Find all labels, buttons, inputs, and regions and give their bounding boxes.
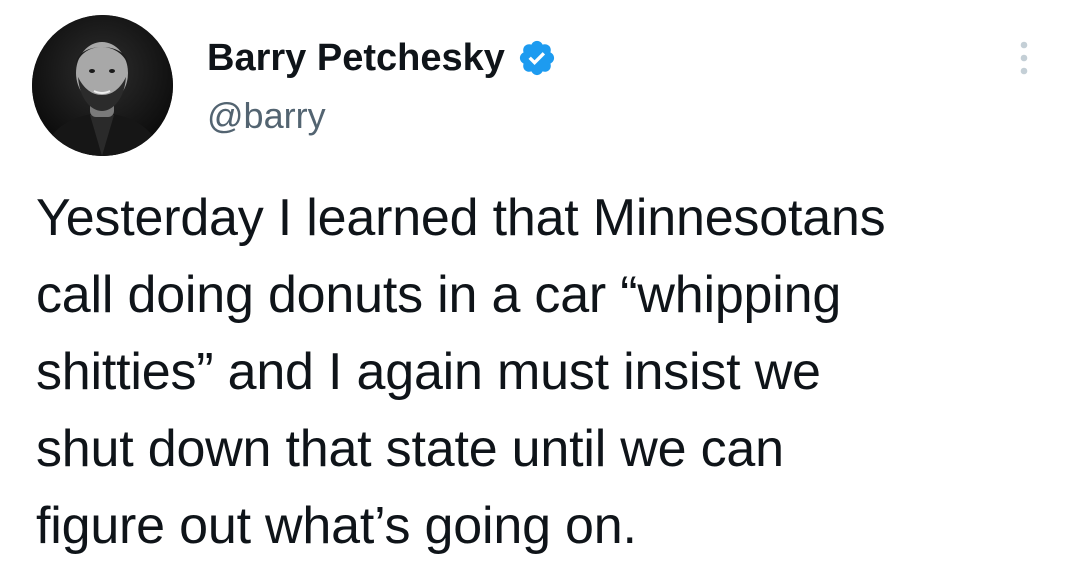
tweet-text-line: shitties” and I again must insist we — [36, 343, 821, 401]
author-handle[interactable]: @barry — [207, 94, 326, 138]
avatar-photo — [32, 15, 173, 156]
tweet-text-line: figure out what’s going on. — [36, 497, 637, 555]
tweet-card: Barry Petchesky @barry Yesterday I learn… — [0, 0, 1080, 570]
tweet-text: Yesterday I learned that Minnesotans cal… — [36, 180, 1046, 565]
author-display-name[interactable]: Barry Petchesky — [207, 33, 505, 83]
avatar[interactable] — [32, 15, 173, 156]
tweet-text-line: Yesterday I learned that Minnesotans — [36, 189, 886, 247]
tweet-text-line: shut down that state until we can — [36, 420, 784, 478]
more-options-icon[interactable] — [1012, 38, 1036, 78]
verified-badge-icon — [517, 38, 557, 78]
tweet-text-line: call doing donuts in a car “whipping — [36, 266, 842, 324]
author-name-row: Barry Petchesky — [207, 33, 557, 83]
